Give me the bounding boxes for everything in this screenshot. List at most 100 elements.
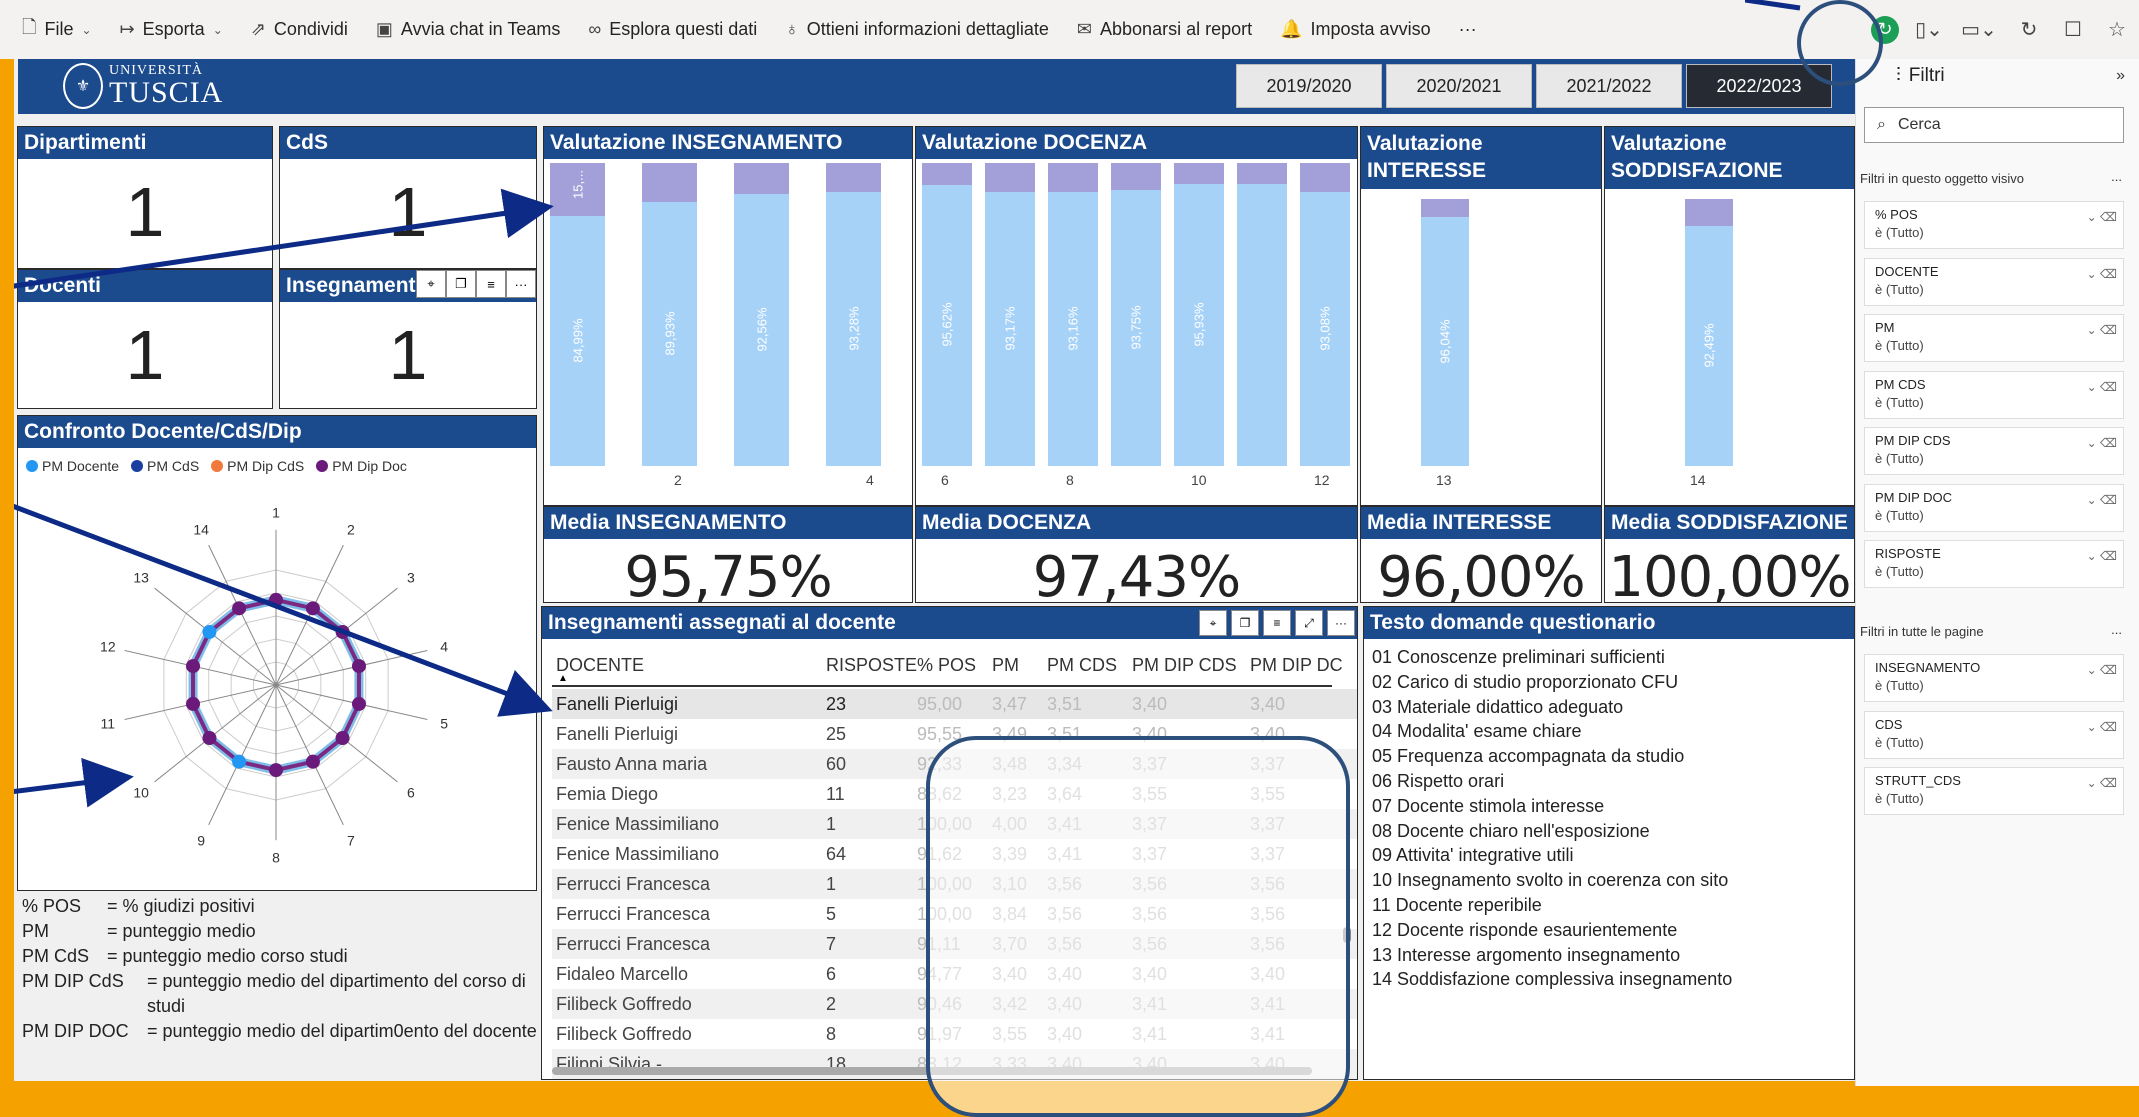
year-button[interactable]: 2020/2021	[1386, 64, 1532, 108]
filter-card[interactable]: DOCENTE è (Tutto) ⌄ ⌫	[1864, 257, 2124, 306]
more-icon[interactable]: ...	[2111, 622, 2122, 637]
legend-item[interactable]: PM Dip CdS	[211, 458, 304, 474]
teams-chat-button[interactable]: ▣ Avvia chat in Teams	[376, 19, 560, 40]
more-icon[interactable]: ···	[506, 270, 536, 298]
filter-expand-icon[interactable]: ⌄ ⌫	[2087, 265, 2117, 283]
year-button[interactable]: 2021/2022	[1536, 64, 1682, 108]
filter-expand-icon[interactable]: ⌄ ⌫	[2087, 661, 2117, 679]
filter-card[interactable]: INSEGNAMENTO è (Tutto) ⌄ ⌫	[1864, 654, 2124, 702]
table-row[interactable]: Fanelli Pierluigi 23 95,00 3,47 3,51 3,40 3,40	[552, 689, 1357, 719]
radar-point[interactable]	[269, 763, 283, 778]
radar-chart-card[interactable]: Confronto Docente/CdS/Dip PM Docente PM C…	[17, 415, 537, 891]
filter-value: è (Tutto)	[1875, 281, 1924, 297]
definition-row: % POS = % giudizi positivi	[22, 894, 542, 919]
filter-card[interactable]: PM DIP DOC è (Tutto) ⌄ ⌫	[1864, 483, 2124, 532]
radar-point[interactable]	[335, 624, 350, 639]
card-cds[interactable]: CdS 1	[279, 126, 537, 269]
radar-point[interactable]	[351, 696, 366, 711]
media-docenza-card[interactable]: Media DOCENZA 97,43%	[915, 506, 1358, 610]
radar-point[interactable]	[232, 754, 247, 769]
explore-data-button[interactable]: ∞ Esplora questi dati	[588, 19, 757, 40]
refresh-button[interactable]: ↻	[2007, 17, 2051, 42]
filter-name: PM DIP CDS	[1875, 433, 1951, 448]
year-button[interactable]: 2019/2020	[1236, 64, 1382, 108]
focus-icon[interactable]: ⤢	[1295, 610, 1323, 636]
filter-expand-icon[interactable]: ⌄ ⌫	[2087, 434, 2117, 452]
bar[interactable]	[1237, 183, 1287, 466]
column-header[interactable]: PM DIP CDS	[1132, 655, 1250, 676]
filter-icon[interactable]: ≡	[1263, 610, 1291, 636]
filter-card[interactable]: PM CDS è (Tutto) ⌄ ⌫	[1864, 370, 2124, 419]
column-header[interactable]: % POS	[917, 655, 992, 676]
filter-card[interactable]: STRUTT_CDS è (Tutto) ⌄ ⌫	[1864, 767, 2124, 815]
legend-item[interactable]: PM CdS	[131, 458, 199, 474]
column-header[interactable]: DOCENTE	[552, 655, 822, 676]
radar-point[interactable]	[305, 754, 320, 769]
insights-button[interactable]: ♁ Ottieni informazioni dettagliate	[785, 19, 1049, 40]
more-icon[interactable]: ...	[2111, 169, 2122, 184]
legend-item[interactable]: PM Dip Doc	[316, 458, 407, 474]
bookmark-button[interactable]: ▯⌄	[1907, 17, 1951, 42]
radar-point[interactable]	[202, 624, 217, 639]
filter-name: % POS	[1875, 207, 1918, 222]
column-header[interactable]: RISPOSTE	[822, 655, 917, 676]
filter-expand-icon[interactable]: ⌄ ⌫	[2087, 208, 2117, 226]
radar-point[interactable]	[351, 659, 366, 674]
filter-expand-icon[interactable]: ⌄ ⌫	[2087, 321, 2117, 339]
collapse-pane-button[interactable]: »	[2116, 67, 2125, 85]
chart-soddisfazione[interactable]: Valutazione SODDISFAZIONE 92,49% 14	[1604, 126, 1855, 506]
column-header[interactable]: PM DIP DC	[1250, 655, 1350, 676]
legend-item[interactable]: PM Docente	[26, 458, 119, 474]
radar-point[interactable]	[269, 592, 283, 607]
media-insegnamento-card[interactable]: Media INSEGNAMENTO 95,75%	[543, 506, 913, 610]
radar-point[interactable]	[186, 696, 201, 711]
filter-card[interactable]: % POS è (Tutto) ⌄ ⌫	[1864, 201, 2124, 249]
copy-icon[interactable]: ❐	[1231, 610, 1259, 636]
media-soddisfazione-card[interactable]: Media SODDISFAZIONE 100,00%	[1604, 506, 1855, 610]
filter-card[interactable]: PM DIP CDS è (Tutto) ⌄ ⌫	[1864, 427, 2124, 475]
filter-search-input[interactable]: ⌕ Cerca	[1864, 107, 2124, 143]
filter-expand-icon[interactable]: ⌄ ⌫	[2087, 774, 2117, 792]
radar-point[interactable]	[335, 731, 350, 746]
card-dipartimenti[interactable]: Dipartimenti 1	[17, 126, 273, 269]
card-insegnamenti[interactable]: Insegnamenti 1 ⌖ ❐ ≡ ···	[279, 269, 537, 409]
share-button[interactable]: ⇗ Condividi	[251, 19, 348, 40]
filter-card[interactable]: RISPOSTE è (Tutto) ⌄ ⌫	[1864, 540, 2124, 588]
refresh-icon: ↻	[2020, 19, 2038, 41]
chart-interesse[interactable]: Valutazione INTERESSE 96,04% 13	[1360, 126, 1602, 506]
file-menu[interactable]: 🗋 File ⌄	[22, 15, 92, 45]
radar-axis-line	[275, 684, 344, 826]
radar-point[interactable]	[186, 659, 201, 674]
radar-point[interactable]	[202, 731, 217, 746]
filter-expand-icon[interactable]: ⌄ ⌫	[2087, 718, 2117, 736]
filter-icon[interactable]: ≡	[476, 270, 506, 298]
radar-point[interactable]	[232, 601, 247, 616]
pin-icon[interactable]: ⌖	[416, 270, 446, 298]
subscribe-button[interactable]: ✉ Abbonarsi al report	[1077, 19, 1252, 40]
filter-card[interactable]: PM è (Tutto) ⌄ ⌫	[1864, 314, 2124, 362]
view-icon: ▭⌄	[1961, 19, 1997, 41]
chart-docenza[interactable]: Valutazione DOCENZA 95,62% 93,17% 93,16% 93…	[915, 126, 1358, 506]
copy-icon[interactable]: ❐	[446, 270, 476, 298]
radar-point[interactable]	[305, 601, 320, 616]
filter-expand-icon[interactable]: ⌄ ⌫	[2087, 378, 2117, 396]
card-docenti[interactable]: Docenti 1	[17, 269, 273, 409]
alert-button[interactable]: 🔔 Imposta avviso	[1280, 19, 1430, 40]
search-icon: ⌕	[1877, 116, 1886, 133]
comment-button[interactable]: ☐	[2051, 17, 2095, 42]
filter-card[interactable]: CDS è (Tutto) ⌄ ⌫	[1864, 710, 2124, 759]
more-icon[interactable]: ···	[1327, 610, 1355, 636]
filter-expand-icon[interactable]: ⌄ ⌫	[2087, 547, 2117, 565]
column-header[interactable]: PM	[992, 655, 1047, 676]
media-interesse-card[interactable]: Media INTERESSE 96,00%	[1360, 506, 1602, 610]
export-menu[interactable]: ↦ Esporta ⌄	[120, 19, 223, 40]
bar-data-label: 92,49%	[1701, 323, 1717, 368]
column-header[interactable]: PM CDS	[1047, 655, 1132, 676]
favorite-button[interactable]: ☆	[2095, 17, 2139, 42]
more-options-button[interactable]: ···	[1459, 19, 1477, 40]
chart-insegnamento[interactable]: Valutazione INSEGNAMENTO 84,99% 15,... 89,…	[543, 126, 913, 506]
filter-expand-icon[interactable]: ⌄ ⌫	[2087, 491, 2117, 509]
bar-data-label: 93,28%	[846, 306, 861, 351]
pin-icon[interactable]: ⌖	[1199, 610, 1227, 636]
view-button[interactable]: ▭⌄	[1951, 17, 2007, 42]
